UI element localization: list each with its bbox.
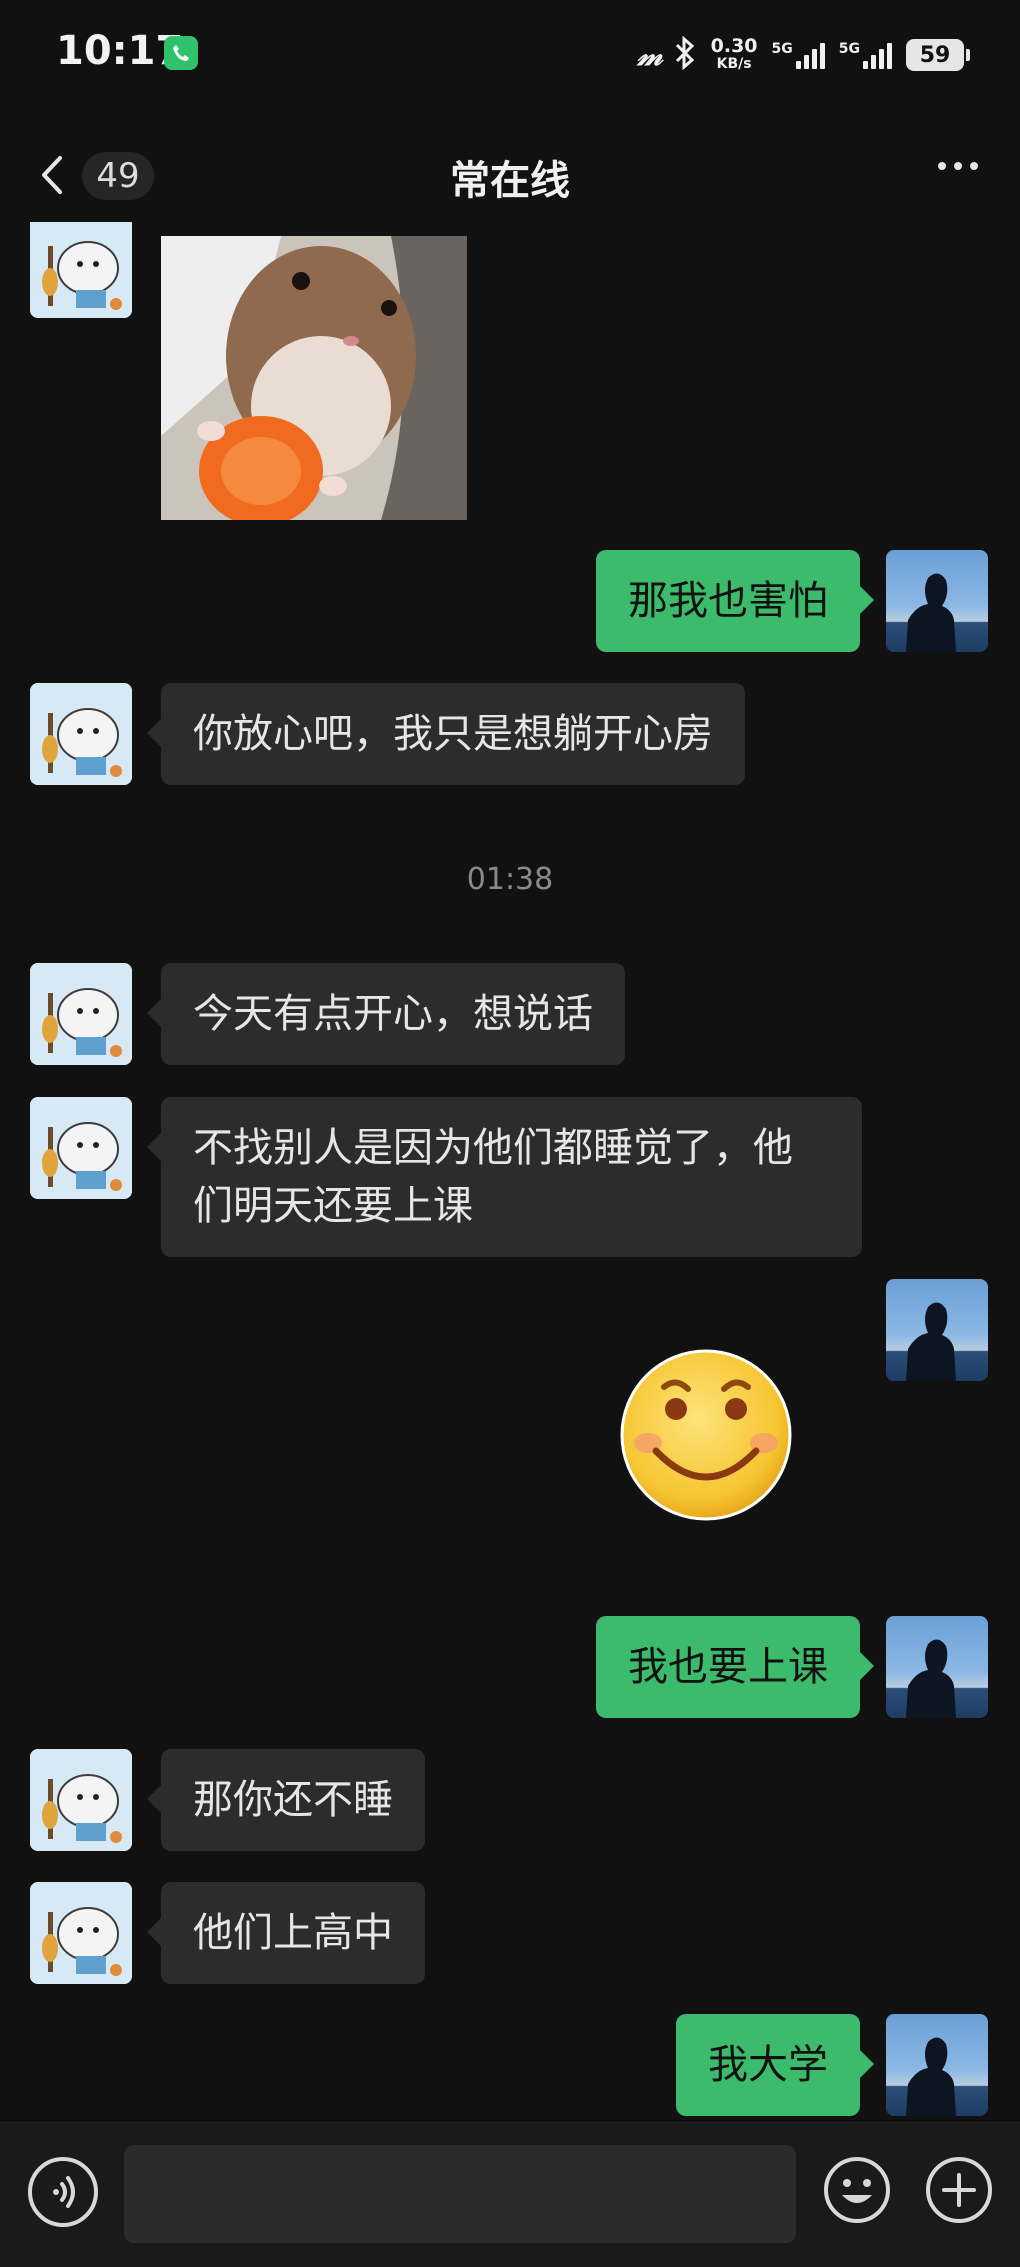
timestamp-divider: 01:38 — [466, 862, 554, 897]
cartoon-avatar-icon — [30, 1882, 132, 1984]
nfc-icon: 𝓂 — [637, 37, 663, 73]
message-text: 他们上高中 — [193, 1910, 393, 1956]
signal-sim1: 5G — [772, 41, 825, 69]
message-text: 我也要上课 — [628, 1644, 828, 1690]
silhouette-avatar-icon — [906, 2037, 956, 2116]
call-icon — [164, 36, 198, 70]
input-toolbar — [0, 2122, 1020, 2267]
emoji-button[interactable] — [822, 2155, 892, 2225]
more-dots-icon — [938, 162, 946, 170]
silhouette-avatar-icon — [906, 1302, 956, 1381]
silhouette-avatar-icon — [906, 1639, 956, 1718]
cartoon-avatar-icon — [30, 222, 132, 318]
signal-bars-icon — [795, 41, 825, 69]
received-message[interactable]: 那你还不睡 — [147, 1749, 425, 1851]
signal-sim2: 5G — [839, 41, 892, 69]
hamster-photo-message[interactable] — [161, 236, 467, 520]
my-avatar[interactable] — [886, 2014, 988, 2116]
message-text: 那我也害怕 — [628, 578, 828, 624]
message-text-line: 不找别人是因为他们都睡觉了，他 — [193, 1125, 793, 1171]
chat-title: 常在线 — [450, 158, 570, 204]
hamster-image-icon — [161, 236, 467, 520]
received-message[interactable]: 你放心吧，我只是想躺开心房 — [147, 683, 745, 785]
message-text-line: 们明天还要上课 — [193, 1183, 473, 1229]
cartoon-avatar-icon — [30, 1749, 132, 1851]
received-message[interactable]: 不找别人是因为他们都睡觉了，他 们明天还要上课 — [147, 1097, 862, 1257]
cartoon-avatar-icon — [30, 963, 132, 1065]
status-bar: 10:17 𝓂 0.30 KB/s 5G 5G 59 — [0, 0, 1020, 110]
contact-avatar[interactable] — [30, 683, 132, 785]
bluetooth-icon — [673, 35, 697, 74]
contact-avatar[interactable] — [30, 1749, 132, 1851]
sent-message[interactable]: 我大学 — [676, 2014, 874, 2116]
smiley-face-icon — [620, 1349, 792, 1521]
contact-avatar[interactable] — [30, 222, 132, 318]
message-text: 我大学 — [708, 2042, 828, 2088]
more-functions-button[interactable] — [924, 2155, 994, 2225]
received-message[interactable]: 今天有点开心，想说话 — [147, 963, 625, 1065]
signal-bars-icon — [863, 41, 892, 69]
net-speed: 0.30 KB/s — [710, 35, 758, 73]
received-message[interactable]: 他们上高中 — [147, 1882, 425, 1984]
status-indicators: 𝓂 0.30 KB/s 5G 5G 59 — [637, 30, 970, 80]
message-text: 那你还不睡 — [193, 1777, 393, 1823]
message-list[interactable]: 那我也害怕 你放心吧，我只是想躺开心房 01:38 今天有点开心，想说话 不找别… — [0, 222, 1020, 2122]
my-avatar[interactable] — [886, 550, 988, 652]
cartoon-avatar-icon — [30, 683, 132, 785]
silhouette-avatar-icon — [906, 573, 956, 652]
more-options-button[interactable] — [938, 162, 978, 170]
my-avatar[interactable] — [886, 1279, 988, 1381]
message-text: 你放心吧，我只是想躺开心房 — [193, 711, 713, 757]
voice-input-button[interactable] — [28, 2157, 98, 2227]
contact-avatar[interactable] — [30, 1097, 132, 1199]
plus-icon — [926, 2157, 992, 2223]
sent-message[interactable]: 那我也害怕 — [596, 550, 874, 652]
emoji-icon — [824, 2157, 890, 2223]
smiley-sticker-message[interactable] — [618, 1347, 794, 1523]
cartoon-avatar-icon — [30, 1097, 132, 1199]
chat-header: 49 常在线 — [0, 130, 1020, 222]
my-avatar[interactable] — [886, 1616, 988, 1718]
message-input[interactable] — [124, 2145, 796, 2243]
contact-avatar[interactable] — [30, 963, 132, 1065]
sent-message[interactable]: 我也要上课 — [596, 1616, 874, 1718]
message-text: 今天有点开心，想说话 — [193, 991, 593, 1037]
voice-icon — [53, 2176, 75, 2208]
contact-avatar[interactable] — [30, 1882, 132, 1984]
battery-indicator: 59 — [906, 39, 970, 71]
